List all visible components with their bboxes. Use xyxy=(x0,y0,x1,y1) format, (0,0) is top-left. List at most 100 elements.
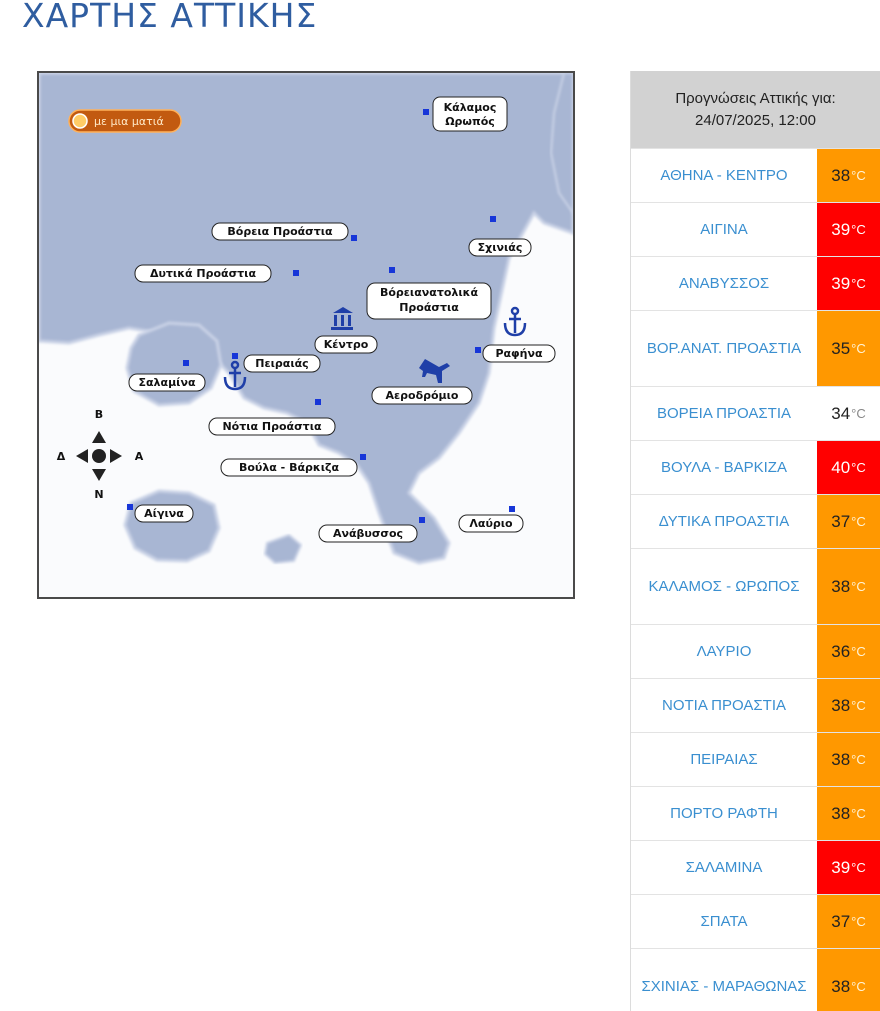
forecast-location-link[interactable]: ΑΝΑΒΥΣΣΟΣ xyxy=(631,257,817,310)
temperature-cell: 38 °C xyxy=(817,679,880,732)
svg-text:Κέντρο: Κέντρο xyxy=(324,338,369,351)
svg-text:Λαύριο: Λαύριο xyxy=(469,517,513,530)
forecast-location-link[interactable]: ΠΟΡΤΟ ΡΑΦΤΗ xyxy=(631,787,817,840)
map-canvas: με μια ματιά Κάλαμος Ωρωπός Βόρεια Προάσ… xyxy=(39,73,573,597)
forecast-location-link[interactable]: ΣΑΛΑΜΙΝΑ xyxy=(631,841,817,894)
forecast-row[interactable]: ΑΘΗΝΑ - ΚΕΝΤΡΟ 38 °C xyxy=(631,148,880,202)
location-dot xyxy=(423,109,429,115)
location-dot xyxy=(389,267,395,273)
location-dot xyxy=(315,399,321,405)
forecast-row[interactable]: ΔΥΤΙΚΑ ΠΡΟΑΣΤΙΑ 37 °C xyxy=(631,494,880,548)
forecast-list: ΑΘΗΝΑ - ΚΕΝΤΡΟ 38 °C ΑΙΓΙΝΑ 39 °C ΑΝΑΒΥΣΣΟΣ 39 °… xyxy=(631,148,880,1011)
forecast-row[interactable]: ΚΑΛΑΜΟΣ - ΩΡΩΠΟΣ 38 °C xyxy=(631,548,880,624)
attica-map[interactable]: με μια ματιά Κάλαμος Ωρωπός Βόρεια Προάσ… xyxy=(37,71,575,599)
forecast-row[interactable]: ΑΙΓΙΝΑ 39 °C xyxy=(631,202,880,256)
map-label[interactable]: Λαύριο xyxy=(458,514,524,533)
location-dot xyxy=(293,270,299,276)
temperature-value: 38 xyxy=(831,976,851,996)
map-label[interactable]: Βούλα - Βάρκιζα xyxy=(220,458,358,477)
svg-text:Δ: Δ xyxy=(57,450,66,463)
forecast-row[interactable]: ΣΠΑΤΑ 37 °C xyxy=(631,894,880,948)
location-dot xyxy=(183,360,189,366)
map-label[interactable]: Κάλαμος Ωρωπός xyxy=(432,96,508,132)
temperature-cell: 38 °C xyxy=(817,549,880,624)
svg-text:Κάλαμος: Κάλαμος xyxy=(444,101,497,114)
forecast-location-link[interactable]: ΒΟΡΕΙΑ ΠΡΟΑΣΤΙΑ xyxy=(631,387,817,440)
temperature-value: 39 xyxy=(831,857,851,877)
map-label[interactable]: Δυτικά Προάστια xyxy=(134,264,272,283)
map-label[interactable]: Σαλαμίνα xyxy=(128,373,206,392)
forecast-row[interactable]: ΝΟΤΙΑ ΠΡΟΑΣΤΙΑ 38 °C xyxy=(631,678,880,732)
temperature-unit: °C xyxy=(851,579,866,594)
temperature-unit: °C xyxy=(851,806,866,821)
forecast-row[interactable]: ΒΟΡΕΙΑ ΠΡΟΑΣΤΙΑ 34 °C xyxy=(631,386,880,440)
svg-text:Ανάβυσσος: Ανάβυσσος xyxy=(333,527,403,540)
forecast-location-link[interactable]: ΛΑΥΡΙΟ xyxy=(631,625,817,678)
temperature-value: 40 xyxy=(831,457,851,477)
map-label[interactable]: Κέντρο xyxy=(314,335,378,354)
page-title: ΧΑΡΤΗΣ ΑΤΤΙΚΗΣ xyxy=(22,0,318,35)
map-label[interactable]: Ανάβυσσος xyxy=(318,524,418,543)
forecast-location-link[interactable]: ΑΘΗΝΑ - ΚΕΝΤΡΟ xyxy=(631,149,817,202)
temperature-cell: 38 °C xyxy=(817,787,880,840)
temperature-cell: 37 °C xyxy=(817,895,880,948)
temperature-unit: °C xyxy=(851,860,866,875)
forecast-row[interactable]: ΒΟΡ.ΑΝΑΤ. ΠΡΟΑΣΤΙΑ 35 °C xyxy=(631,310,880,386)
map-label[interactable]: Σχινιάς xyxy=(468,238,532,257)
forecast-row[interactable]: ΠΟΡΤΟ ΡΑΦΤΗ 38 °C xyxy=(631,786,880,840)
temperature-cell: 37 °C xyxy=(817,495,880,548)
temperature-value: 38 xyxy=(831,576,851,596)
temperature-cell: 35 °C xyxy=(817,311,880,386)
temperature-value: 38 xyxy=(831,749,851,769)
temperature-value: 37 xyxy=(831,511,851,531)
quick-look-label: με μια ματιά xyxy=(94,115,164,128)
temperature-cell: 38 °C xyxy=(817,949,880,1011)
svg-text:A: A xyxy=(135,450,144,463)
temperature-value: 39 xyxy=(831,273,851,293)
svg-text:Αεροδρόμιο: Αεροδρόμιο xyxy=(386,389,459,402)
forecast-row[interactable]: ΠΕΙΡΑΙΑΣ 38 °C xyxy=(631,732,880,786)
temperature-value: 36 xyxy=(831,641,851,661)
forecast-row[interactable]: ΣΧΙΝΙΑΣ - ΜΑΡΑΘΩΝΑΣ 38 °C xyxy=(631,948,880,1011)
forecast-location-link[interactable]: ΑΙΓΙΝΑ xyxy=(631,203,817,256)
location-dot xyxy=(419,517,425,523)
forecast-location-link[interactable]: ΣΧΙΝΙΑΣ - ΜΑΡΑΘΩΝΑΣ xyxy=(631,949,817,1011)
map-label[interactable]: Αεροδρόμιο xyxy=(371,386,473,405)
forecast-panel: Προγνώσεις Αττικής για: 24/07/2025, 12:0… xyxy=(630,71,880,1011)
temperature-unit: °C xyxy=(851,914,866,929)
forecast-row[interactable]: ΛΑΥΡΙΟ 36 °C xyxy=(631,624,880,678)
map-label[interactable]: Βόρεια Προάστια xyxy=(211,222,349,241)
forecast-row[interactable]: ΒΟΥΛΑ - ΒΑΡΚΙΖΑ 40 °C xyxy=(631,440,880,494)
svg-text:Ραφήνα: Ραφήνα xyxy=(495,347,543,360)
forecast-location-link[interactable]: ΚΑΛΑΜΟΣ - ΩΡΩΠΟΣ xyxy=(631,549,817,624)
forecast-location-link[interactable]: ΒΟΡ.ΑΝΑΤ. ΠΡΟΑΣΤΙΑ xyxy=(631,311,817,386)
svg-text:B: B xyxy=(95,408,103,421)
map-label[interactable]: Αίγινα xyxy=(134,504,194,523)
map-label[interactable]: Ραφήνα xyxy=(482,344,556,363)
forecast-row[interactable]: ΣΑΛΑΜΙΝΑ 39 °C xyxy=(631,840,880,894)
location-dot xyxy=(360,454,366,460)
forecast-location-link[interactable]: ΣΠΑΤΑ xyxy=(631,895,817,948)
forecast-heading-title: Προγνώσεις Αττικής για: xyxy=(675,89,836,107)
map-label[interactable]: Πειραιάς xyxy=(243,354,321,373)
temperature-unit: °C xyxy=(851,644,866,659)
location-dot xyxy=(475,347,481,353)
temperature-cell: 36 °C xyxy=(817,625,880,678)
temperature-value: 38 xyxy=(831,165,851,185)
quick-look-button[interactable]: με μια ματιά xyxy=(68,109,182,133)
forecast-location-link[interactable]: ΠΕΙΡΑΙΑΣ xyxy=(631,733,817,786)
temperature-unit: °C xyxy=(851,460,866,475)
temperature-unit: °C xyxy=(851,276,866,291)
svg-text:Νότια Προάστια: Νότια Προάστια xyxy=(222,420,322,433)
svg-text:Δυτικά Προάστια: Δυτικά Προάστια xyxy=(150,267,257,280)
map-label[interactable]: Νότια Προάστια xyxy=(208,417,336,436)
temperature-unit: °C xyxy=(851,752,866,767)
forecast-location-link[interactable]: ΔΥΤΙΚΑ ΠΡΟΑΣΤΙΑ xyxy=(631,495,817,548)
location-dot xyxy=(351,235,357,241)
svg-text:Σαλαμίνα: Σαλαμίνα xyxy=(138,376,195,389)
forecast-location-link[interactable]: ΒΟΥΛΑ - ΒΑΡΚΙΖΑ xyxy=(631,441,817,494)
forecast-row[interactable]: ΑΝΑΒΥΣΣΟΣ 39 °C xyxy=(631,256,880,310)
temperature-value: 35 xyxy=(831,338,851,358)
forecast-location-link[interactable]: ΝΟΤΙΑ ΠΡΟΑΣΤΙΑ xyxy=(631,679,817,732)
map-label[interactable]: Βόρειανατολικά Προάστια xyxy=(366,282,492,320)
